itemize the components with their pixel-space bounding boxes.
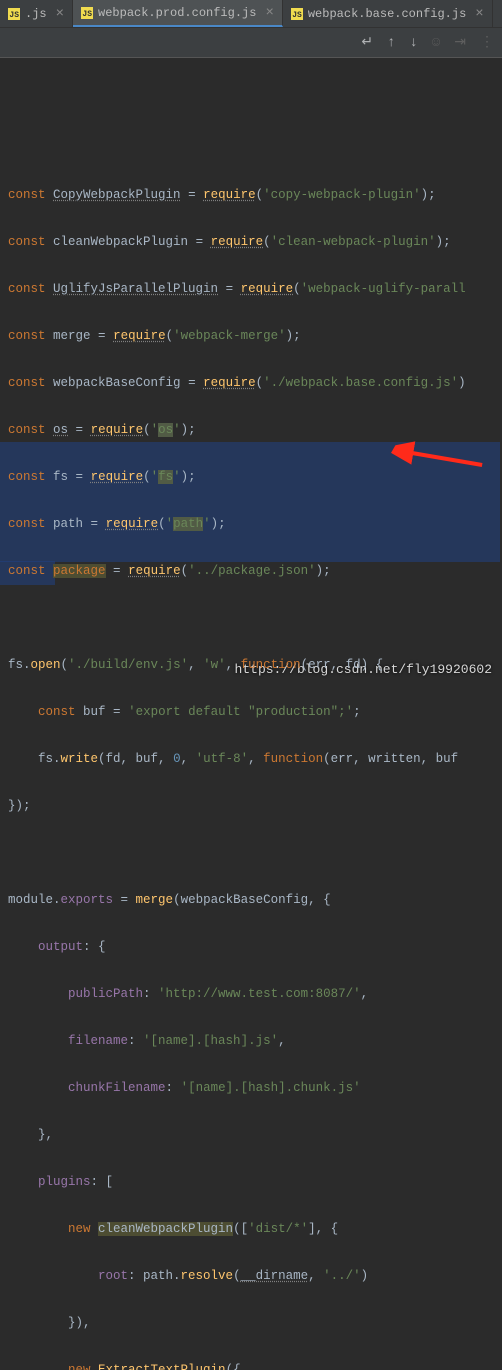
arrow-up-icon[interactable]: ↑ — [387, 35, 395, 51]
file-tab-1[interactable]: JS webpack.prod.config.js × — [73, 0, 283, 27]
code-editor[interactable]: const CopyWebpackPlugin = require('copy-… — [0, 58, 502, 1370]
js-file-icon: JS — [81, 7, 93, 19]
select-all-icon[interactable]: ⇥ — [454, 34, 466, 51]
enter-icon[interactable]: ↵ — [361, 34, 373, 51]
tab-label: webpack.base.config.js — [308, 7, 466, 21]
file-tab-0[interactable]: JS .js × — [0, 0, 73, 27]
close-icon[interactable]: × — [265, 5, 273, 21]
file-tab-2[interactable]: JS webpack.base.config.js × — [283, 0, 493, 27]
editor-toolbar: ↵ ↑ ↓ ☺ ⇥ ⋮ — [0, 28, 502, 58]
close-icon[interactable]: × — [56, 6, 64, 22]
more-icon[interactable]: ⋮ — [480, 34, 494, 51]
tab-label: webpack.prod.config.js — [98, 6, 256, 20]
user-icon[interactable]: ☺ — [432, 35, 440, 51]
close-icon[interactable]: × — [475, 6, 483, 22]
arrow-down-icon[interactable]: ↓ — [409, 35, 417, 51]
editor-tabs: JS .js × JS webpack.prod.config.js × JS … — [0, 0, 502, 28]
js-file-icon: JS — [291, 8, 303, 20]
js-file-icon: JS — [8, 8, 20, 20]
tab-label: .js — [25, 7, 47, 21]
